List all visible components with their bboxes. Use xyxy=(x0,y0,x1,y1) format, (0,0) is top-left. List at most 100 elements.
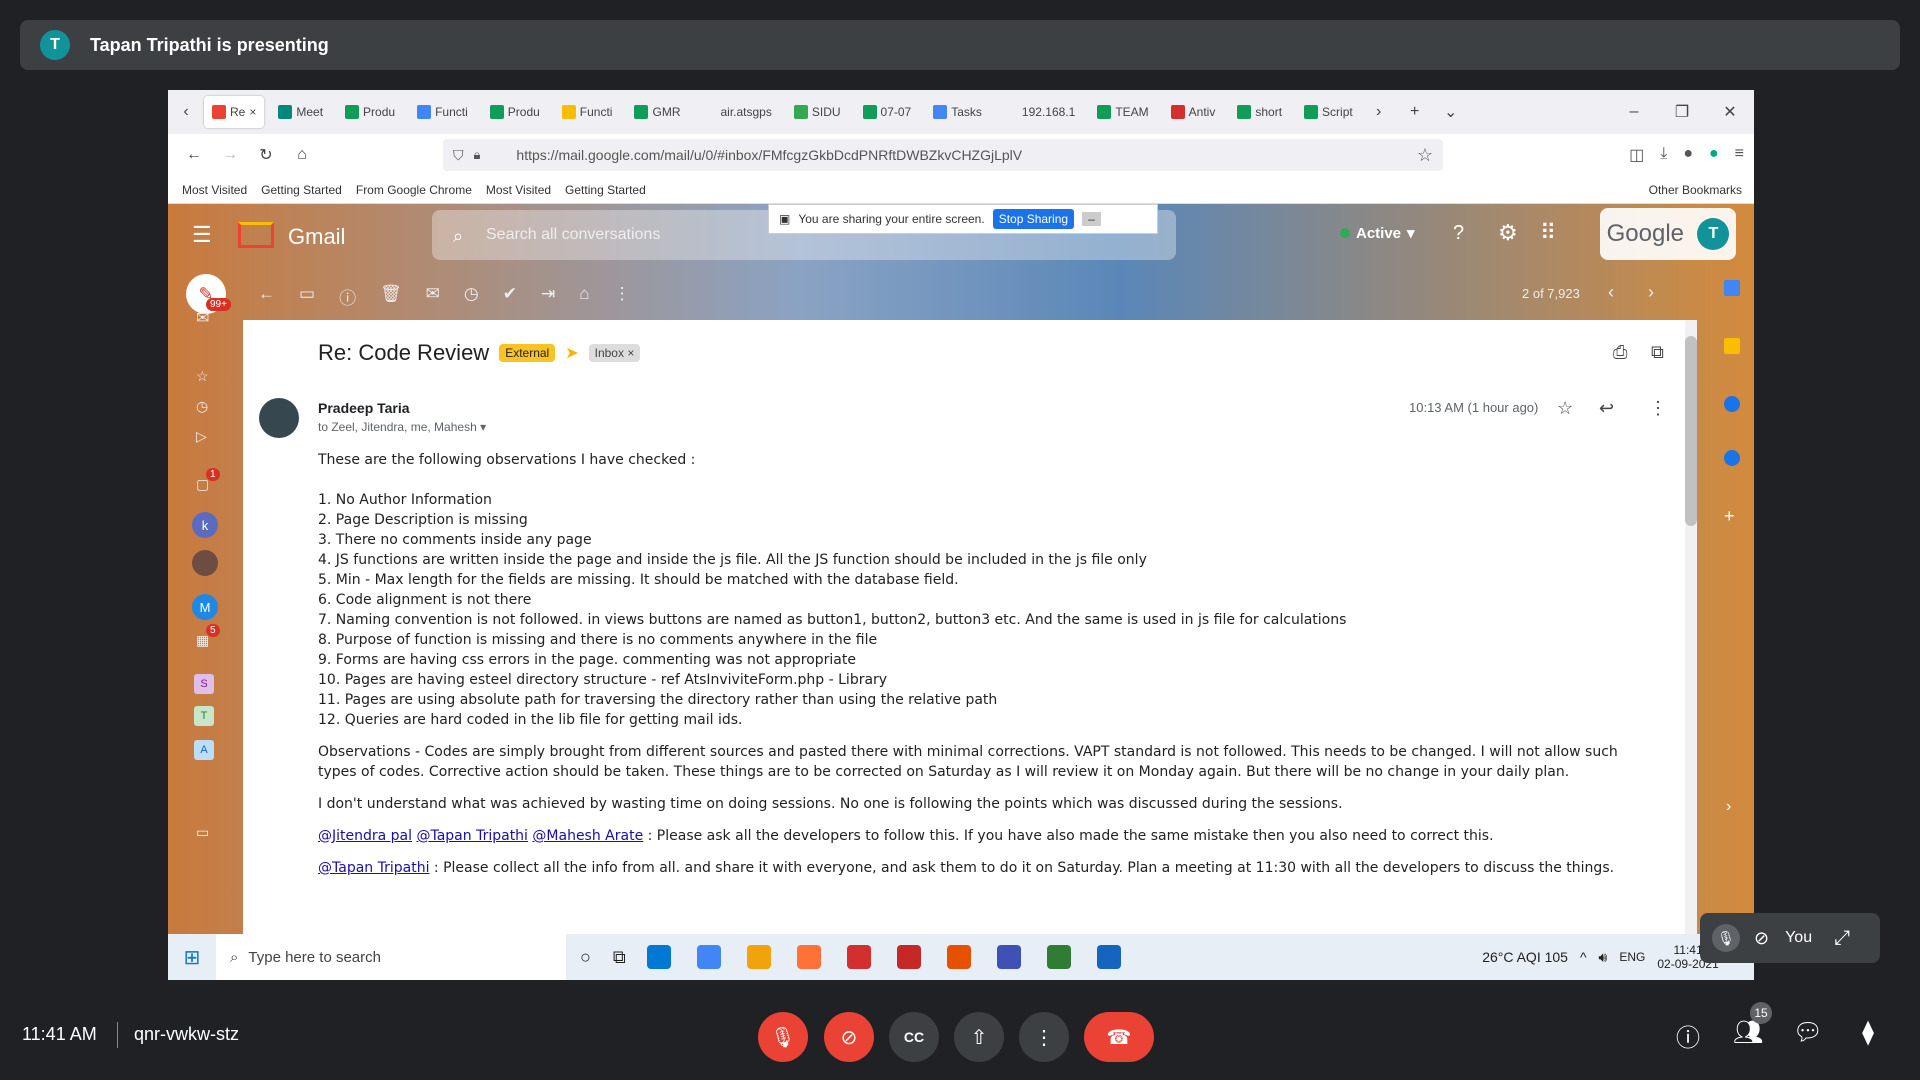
starred-icon[interactable]: ☆ xyxy=(196,368,209,385)
leave-call-button[interactable]: ☎ xyxy=(1084,1012,1154,1062)
status-selector[interactable]: Active ▾ xyxy=(1340,224,1415,242)
volume-icon[interactable]: 🔊︎ xyxy=(1599,949,1608,966)
close-window-icon[interactable]: ✕ xyxy=(1712,102,1748,122)
label-icon[interactable]: ⌂ xyxy=(579,284,589,309)
newer-chevron-left-icon[interactable]: ‹ xyxy=(1608,282,1614,303)
calendar-icon[interactable] xyxy=(1724,280,1740,296)
activities-icon[interactable]: ⧫ xyxy=(1848,1018,1888,1047)
browser-tab[interactable]: Produ xyxy=(337,96,403,128)
keep-icon[interactable] xyxy=(1724,338,1740,354)
taskbar-app-icon[interactable] xyxy=(696,945,721,969)
bookmark-item[interactable]: Getting Started xyxy=(565,183,646,197)
forward-icon[interactable]: → xyxy=(212,146,248,164)
hide-sharing-button[interactable]: – xyxy=(1082,212,1101,226)
inbox-label[interactable]: Inbox × xyxy=(588,344,641,362)
settings-gear-icon[interactable]: ⚙ xyxy=(1498,220,1518,246)
recipients[interactable]: to Zeel, Jitendra, me, Mahesh ▾ xyxy=(318,420,486,434)
bookmark-item[interactable]: Most Visited xyxy=(486,183,551,197)
browser-tab[interactable]: Functi xyxy=(554,96,621,128)
camera-off-button[interactable]: ⊘ xyxy=(824,1012,874,1062)
snoozed-icon[interactable]: ◷ xyxy=(196,398,208,415)
message-scrollbar[interactable] xyxy=(1685,320,1697,934)
browser-tab[interactable]: Re × xyxy=(204,96,265,128)
taskbar-app-icon[interactable] xyxy=(896,945,921,969)
browser-tab[interactable]: Antiv xyxy=(1163,96,1224,128)
tasks-icon[interactable] xyxy=(1724,396,1740,412)
browser-tab[interactable]: GMR xyxy=(626,96,688,128)
google-account-box[interactable]: Google T xyxy=(1600,208,1736,260)
contact-avatar-m[interactable]: M xyxy=(192,594,218,620)
snooze-icon[interactable]: ◷ xyxy=(464,284,479,309)
contact-avatar-k[interactable]: k xyxy=(192,512,218,538)
mark-unread-icon[interactable]: ✉ xyxy=(426,284,440,309)
expand-icon[interactable]: ⤢ xyxy=(1834,927,1850,950)
browser-tab[interactable]: Script xyxy=(1296,96,1361,128)
mic-off-button[interactable]: 🎙︎ xyxy=(758,1012,808,1062)
captions-button[interactable]: CC xyxy=(889,1012,939,1062)
space-s-icon[interactable]: S xyxy=(194,674,214,694)
home-icon[interactable]: ⌂ xyxy=(284,146,320,164)
apps-grid-icon[interactable]: ⠿ xyxy=(1540,220,1556,246)
more-options-icon[interactable]: ⋮ xyxy=(1649,398,1667,419)
taskbar-app-icon[interactable] xyxy=(796,945,821,969)
browser-tab[interactable]: SIDU xyxy=(786,96,849,128)
browser-tab[interactable]: Tasks xyxy=(925,96,990,128)
scrollbar-thumb[interactable] xyxy=(1685,336,1697,526)
mention-link[interactable]: @Tapan Tripathi xyxy=(416,828,527,844)
bookmark-star-icon[interactable]: ☆ xyxy=(1417,145,1433,166)
move-to-icon[interactable]: ⇥ xyxy=(541,284,555,309)
self-view-tile[interactable]: 🎙︎ ⊘ You ⤢ xyxy=(1700,913,1880,963)
browser-tab[interactable]: Meet xyxy=(270,96,331,128)
inbox-icon[interactable]: ✉ xyxy=(196,308,209,328)
more-vert-icon[interactable]: ⋮ xyxy=(614,284,631,309)
minimize-icon[interactable]: – xyxy=(1616,103,1652,121)
back-icon[interactable]: ← xyxy=(176,146,212,164)
other-bookmarks[interactable]: Other Bookmarks xyxy=(1649,183,1742,197)
expand-panel-icon[interactable]: › xyxy=(1726,798,1731,816)
mention-link[interactable]: @Mahesh Arate xyxy=(532,828,643,844)
space-a-icon[interactable]: A xyxy=(194,740,214,760)
space-t-icon[interactable]: T xyxy=(194,706,214,726)
restore-icon[interactable]: ❐ xyxy=(1664,102,1700,122)
browser-tab[interactable]: Produ xyxy=(482,96,548,128)
windows-search-input[interactable]: ⌕ Type here to search xyxy=(216,934,566,980)
report-spam-icon[interactable]: ⓘ xyxy=(339,284,356,309)
older-chevron-right-icon[interactable]: › xyxy=(1648,282,1654,303)
bookmark-item[interactable]: Getting Started xyxy=(261,183,342,197)
weather-widget[interactable]: 26°C AQI 105 xyxy=(1482,949,1568,965)
taskbar-app-icon[interactable] xyxy=(1096,945,1121,969)
archive-icon[interactable]: ▭ xyxy=(299,284,315,309)
important-icon[interactable]: ▷ xyxy=(196,428,207,445)
extension-icon[interactable]: ● xyxy=(1709,145,1719,165)
tab-list-chevron-icon[interactable]: ⌄ xyxy=(1433,102,1469,122)
stop-sharing-button[interactable]: Stop Sharing xyxy=(992,209,1075,229)
browser-tab[interactable]: 07-07 xyxy=(855,96,920,128)
url-bar[interactable]: ⛉ 🔒︎ https://mail.google.com/mail/u/0/#i… xyxy=(443,139,1443,171)
sender-name[interactable]: Pradeep Taria xyxy=(318,400,410,416)
menu-icon[interactable]: ≡ xyxy=(1735,145,1744,165)
browser-tab[interactable]: Functi xyxy=(409,96,476,128)
windows-start-icon[interactable]: ⊞ xyxy=(168,945,216,970)
help-icon[interactable]: ? xyxy=(1453,222,1464,245)
bookmark-item[interactable]: Most Visited xyxy=(182,183,247,197)
taskbar-app-icon[interactable] xyxy=(846,945,871,969)
star-icon[interactable]: ☆ xyxy=(1557,398,1573,419)
present-screen-button[interactable]: ⇧ xyxy=(954,1012,1004,1062)
taskbar-app-icon[interactable] xyxy=(996,945,1021,969)
open-new-window-icon[interactable]: ⧉ xyxy=(1651,342,1664,363)
add-task-icon[interactable]: ✔ xyxy=(503,284,517,309)
delete-icon[interactable]: 🗑︎ xyxy=(380,284,402,309)
task-view-icon[interactable]: ⧉ xyxy=(613,947,626,968)
browser-tab[interactable]: TEAM xyxy=(1089,96,1156,128)
browser-tab[interactable]: short xyxy=(1229,96,1290,128)
search-icon[interactable]: ⌕ xyxy=(453,226,463,247)
new-tab-icon[interactable]: + xyxy=(1397,103,1433,121)
cortana-icon[interactable]: ○ xyxy=(580,947,591,968)
meeting-details-icon[interactable]: ⓘ xyxy=(1668,1018,1708,1053)
taskbar-app-icon[interactable] xyxy=(646,945,671,969)
taskbar-app-icon[interactable] xyxy=(746,945,771,969)
language-indicator[interactable]: ENG xyxy=(1619,950,1645,964)
reload-icon[interactable]: ↻ xyxy=(248,145,284,165)
mention-link[interactable]: @Tapan Tripathi xyxy=(318,860,429,876)
account-icon[interactable]: ● xyxy=(1683,145,1693,165)
